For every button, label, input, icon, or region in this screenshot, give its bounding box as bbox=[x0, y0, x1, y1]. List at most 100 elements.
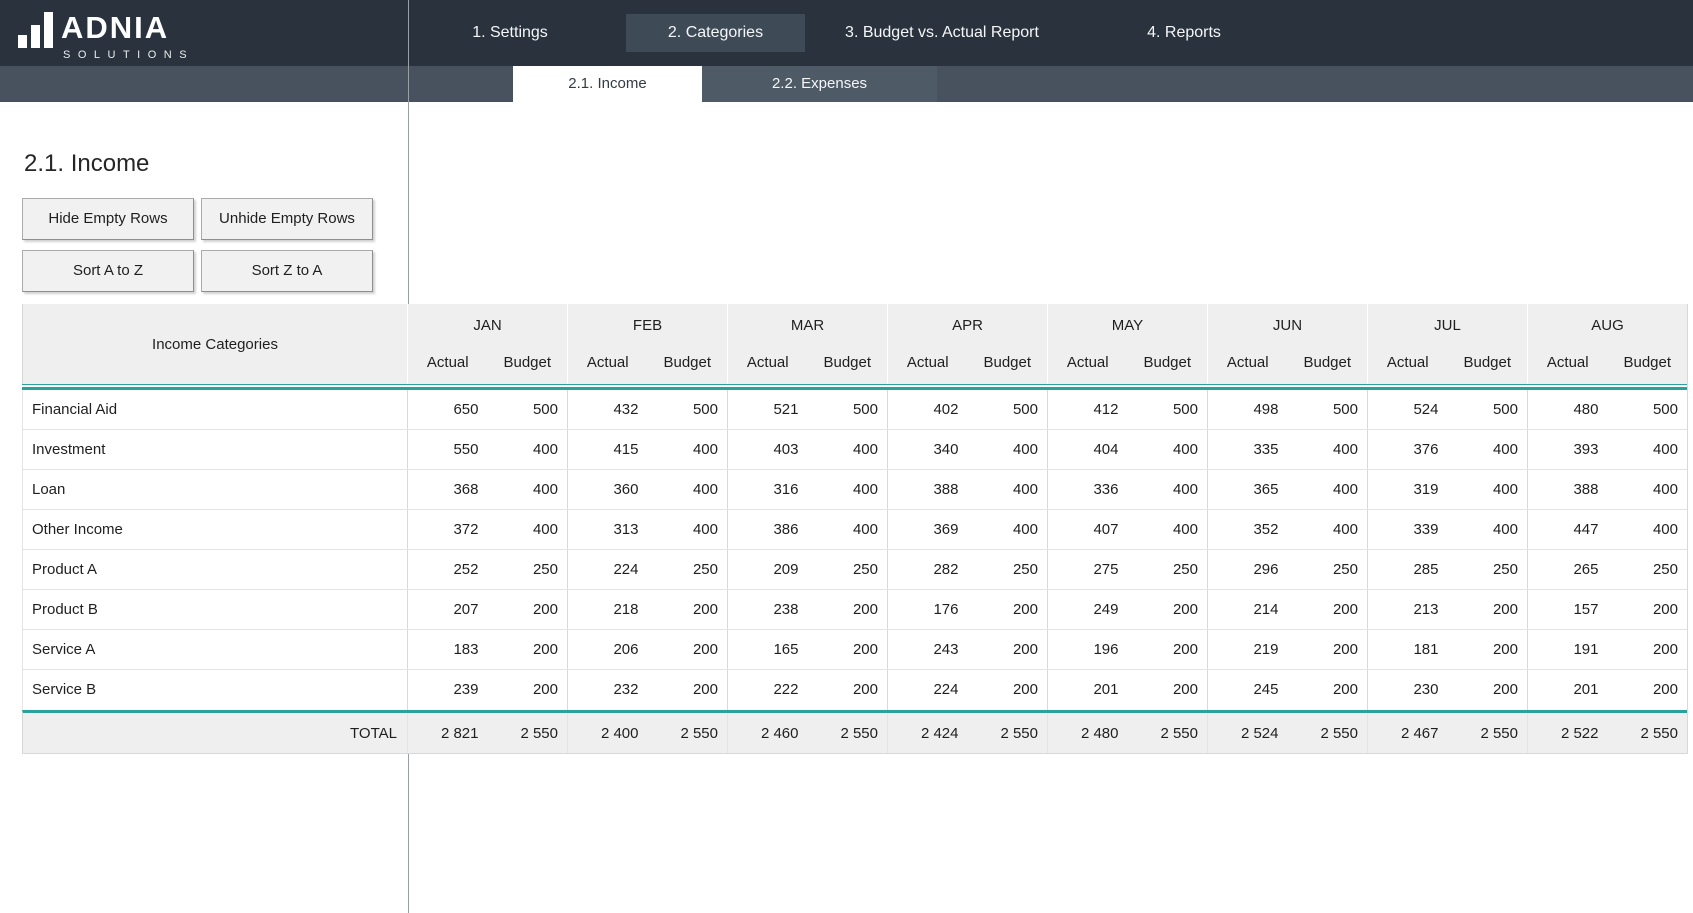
actual-cell[interactable]: 336 bbox=[1048, 470, 1128, 509]
actual-cell[interactable]: 296 bbox=[1208, 550, 1288, 589]
tab-settings[interactable]: 1. Settings bbox=[430, 0, 590, 66]
category-cell[interactable]: Product A bbox=[23, 550, 407, 589]
budget-cell[interactable]: 400 bbox=[488, 470, 568, 509]
actual-cell[interactable]: 316 bbox=[728, 470, 808, 509]
actual-cell[interactable]: 550 bbox=[408, 430, 488, 469]
budget-cell[interactable]: 200 bbox=[648, 590, 728, 629]
budget-cell[interactable]: 200 bbox=[488, 670, 568, 710]
budget-cell[interactable]: 500 bbox=[648, 390, 728, 429]
actual-cell[interactable]: 403 bbox=[728, 430, 808, 469]
sort-a-to-z-button[interactable]: Sort A to Z bbox=[22, 250, 194, 292]
budget-cell[interactable]: 400 bbox=[1128, 470, 1208, 509]
actual-cell[interactable]: 402 bbox=[888, 390, 968, 429]
budget-cell[interactable]: 250 bbox=[1128, 550, 1208, 589]
actual-cell[interactable]: 285 bbox=[1368, 550, 1448, 589]
actual-cell[interactable]: 319 bbox=[1368, 470, 1448, 509]
budget-cell[interactable]: 500 bbox=[1608, 390, 1688, 429]
sort-z-to-a-button[interactable]: Sort Z to A bbox=[201, 250, 373, 292]
actual-cell[interactable]: 524 bbox=[1368, 390, 1448, 429]
budget-cell[interactable]: 400 bbox=[488, 430, 568, 469]
budget-cell[interactable]: 250 bbox=[488, 550, 568, 589]
actual-cell[interactable]: 183 bbox=[408, 630, 488, 669]
budget-cell[interactable]: 200 bbox=[1448, 590, 1528, 629]
actual-cell[interactable]: 447 bbox=[1528, 510, 1608, 549]
budget-cell[interactable]: 200 bbox=[1608, 630, 1688, 669]
actual-cell[interactable]: 206 bbox=[568, 630, 648, 669]
budget-cell[interactable]: 200 bbox=[1288, 630, 1368, 669]
actual-cell[interactable]: 352 bbox=[1208, 510, 1288, 549]
budget-cell[interactable]: 250 bbox=[968, 550, 1048, 589]
actual-cell[interactable]: 313 bbox=[568, 510, 648, 549]
actual-cell[interactable]: 360 bbox=[568, 470, 648, 509]
budget-cell[interactable]: 400 bbox=[1608, 430, 1688, 469]
budget-cell[interactable]: 200 bbox=[1448, 670, 1528, 710]
actual-cell[interactable]: 432 bbox=[568, 390, 648, 429]
budget-cell[interactable]: 200 bbox=[1448, 630, 1528, 669]
actual-cell[interactable]: 196 bbox=[1048, 630, 1128, 669]
actual-cell[interactable]: 386 bbox=[728, 510, 808, 549]
actual-cell[interactable]: 165 bbox=[728, 630, 808, 669]
budget-cell[interactable]: 200 bbox=[488, 630, 568, 669]
actual-cell[interactable]: 214 bbox=[1208, 590, 1288, 629]
actual-cell[interactable]: 407 bbox=[1048, 510, 1128, 549]
actual-cell[interactable]: 207 bbox=[408, 590, 488, 629]
actual-cell[interactable]: 249 bbox=[1048, 590, 1128, 629]
budget-cell[interactable]: 200 bbox=[488, 590, 568, 629]
budget-cell[interactable]: 500 bbox=[808, 390, 888, 429]
actual-cell[interactable]: 252 bbox=[408, 550, 488, 589]
budget-cell[interactable]: 400 bbox=[968, 470, 1048, 509]
budget-cell[interactable]: 200 bbox=[808, 670, 888, 710]
budget-cell[interactable]: 400 bbox=[1128, 510, 1208, 549]
actual-cell[interactable]: 176 bbox=[888, 590, 968, 629]
actual-cell[interactable]: 412 bbox=[1048, 390, 1128, 429]
budget-cell[interactable]: 400 bbox=[1448, 470, 1528, 509]
budget-cell[interactable]: 400 bbox=[648, 510, 728, 549]
category-cell[interactable]: Other Income bbox=[23, 510, 407, 549]
budget-cell[interactable]: 200 bbox=[968, 670, 1048, 710]
budget-cell[interactable]: 200 bbox=[648, 630, 728, 669]
budget-cell[interactable]: 500 bbox=[488, 390, 568, 429]
actual-cell[interactable]: 650 bbox=[408, 390, 488, 429]
tab-budget-vs-actual-report[interactable]: 3. Budget vs. Actual Report bbox=[812, 0, 1072, 66]
category-cell[interactable]: Financial Aid bbox=[23, 390, 407, 429]
actual-cell[interactable]: 404 bbox=[1048, 430, 1128, 469]
tab-income[interactable]: 2.1. Income bbox=[513, 66, 702, 102]
category-cell[interactable]: Service A bbox=[23, 630, 407, 669]
budget-cell[interactable]: 400 bbox=[1448, 510, 1528, 549]
budget-cell[interactable]: 400 bbox=[968, 430, 1048, 469]
actual-cell[interactable]: 393 bbox=[1528, 430, 1608, 469]
actual-cell[interactable]: 218 bbox=[568, 590, 648, 629]
budget-cell[interactable]: 200 bbox=[808, 590, 888, 629]
actual-cell[interactable]: 388 bbox=[888, 470, 968, 509]
category-cell[interactable]: Loan bbox=[23, 470, 407, 509]
budget-cell[interactable]: 500 bbox=[968, 390, 1048, 429]
actual-cell[interactable]: 365 bbox=[1208, 470, 1288, 509]
category-cell[interactable]: Service B bbox=[23, 670, 407, 710]
budget-cell[interactable]: 200 bbox=[968, 630, 1048, 669]
actual-cell[interactable]: 181 bbox=[1368, 630, 1448, 669]
budget-cell[interactable]: 400 bbox=[1128, 430, 1208, 469]
budget-cell[interactable]: 200 bbox=[808, 630, 888, 669]
actual-cell[interactable]: 282 bbox=[888, 550, 968, 589]
budget-cell[interactable]: 200 bbox=[1608, 590, 1688, 629]
actual-cell[interactable]: 232 bbox=[568, 670, 648, 710]
budget-cell[interactable]: 200 bbox=[1608, 670, 1688, 710]
tab-expenses[interactable]: 2.2. Expenses bbox=[702, 66, 937, 102]
actual-cell[interactable]: 222 bbox=[728, 670, 808, 710]
actual-cell[interactable]: 239 bbox=[408, 670, 488, 710]
actual-cell[interactable]: 201 bbox=[1528, 670, 1608, 710]
budget-cell[interactable]: 500 bbox=[1128, 390, 1208, 429]
actual-cell[interactable]: 275 bbox=[1048, 550, 1128, 589]
budget-cell[interactable]: 200 bbox=[1128, 670, 1208, 710]
budget-cell[interactable]: 400 bbox=[648, 430, 728, 469]
budget-cell[interactable]: 400 bbox=[1288, 430, 1368, 469]
budget-cell[interactable]: 400 bbox=[808, 470, 888, 509]
budget-cell[interactable]: 250 bbox=[1608, 550, 1688, 589]
budget-cell[interactable]: 250 bbox=[648, 550, 728, 589]
tab-reports[interactable]: 4. Reports bbox=[1104, 0, 1264, 66]
actual-cell[interactable]: 209 bbox=[728, 550, 808, 589]
budget-cell[interactable]: 400 bbox=[1448, 430, 1528, 469]
actual-cell[interactable]: 521 bbox=[728, 390, 808, 429]
actual-cell[interactable]: 335 bbox=[1208, 430, 1288, 469]
actual-cell[interactable]: 219 bbox=[1208, 630, 1288, 669]
